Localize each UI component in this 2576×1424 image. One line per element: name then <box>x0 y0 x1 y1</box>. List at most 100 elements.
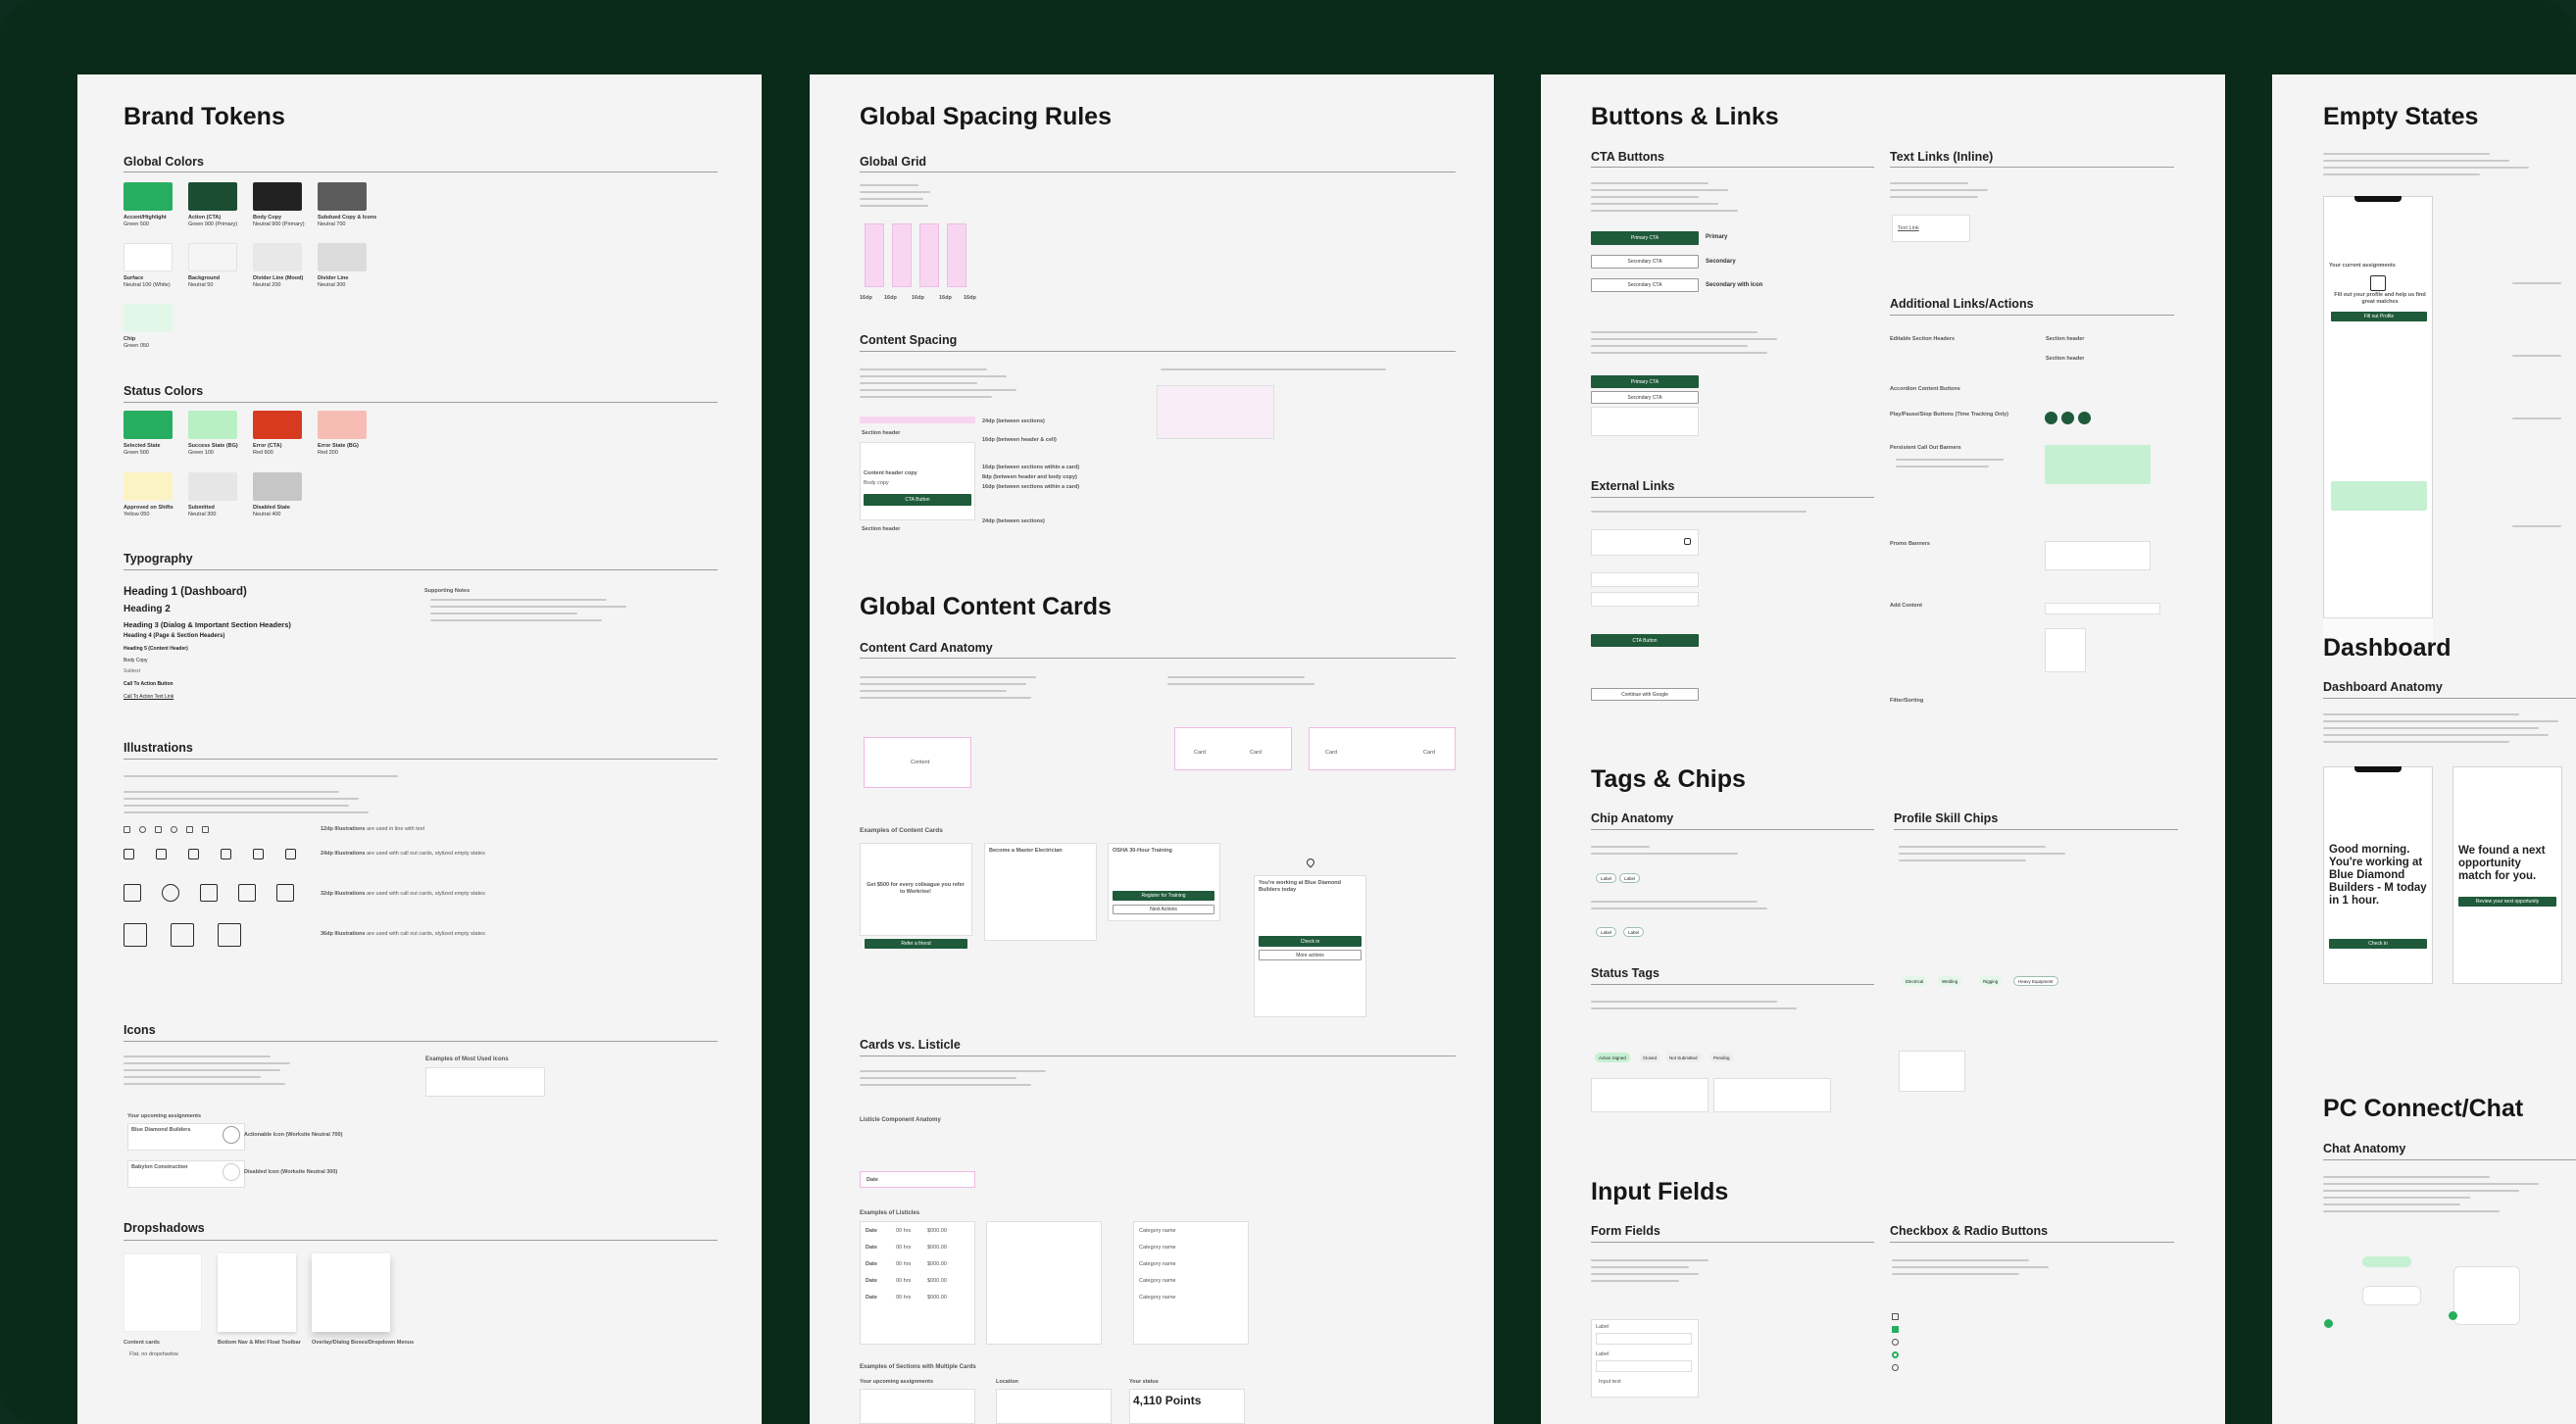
text-line <box>2323 1176 2490 1178</box>
skill-chip[interactable]: Electrical <box>1902 976 1928 986</box>
text-line <box>1591 210 1738 212</box>
text-line <box>860 205 928 207</box>
text-line <box>1167 683 1314 685</box>
text-line <box>860 1084 1031 1086</box>
annotation-line <box>2512 417 2561 419</box>
status-tag: Not Submitted <box>1665 1053 1702 1062</box>
skill-chip[interactable]: Welding <box>1938 976 1962 986</box>
swatch-approved <box>124 472 173 501</box>
skill-chip[interactable]: Rigging <box>1979 976 2003 986</box>
label-chip[interactable]: Label <box>1596 873 1617 883</box>
text-line <box>124 1076 261 1078</box>
swatch-selected <box>124 411 173 439</box>
continue-google-button[interactable]: Continue with Google <box>1591 688 1699 701</box>
fill-profile-button[interactable]: Fill out Profile <box>2331 312 2427 321</box>
divider <box>1890 1242 2174 1243</box>
promo-label: Promo Banners <box>1890 541 1930 547</box>
assignment-name: Blue Diamond Builders <box>131 1127 191 1133</box>
row-amount: $000.00 <box>927 1245 947 1251</box>
next-actions-button[interactable]: Next Actions <box>1113 905 1214 914</box>
divider <box>124 1240 718 1241</box>
type-h1: Heading 1 (Dashboard) <box>124 586 247 598</box>
chat-bubble-received <box>2362 1286 2421 1305</box>
text-line <box>1892 1259 2029 1261</box>
external-link-row[interactable] <box>1591 592 1699 607</box>
skill-chip[interactable]: Heavy Equipment <box>2013 976 2058 986</box>
notes-line <box>430 606 626 608</box>
refer-friend-button[interactable]: Refer a friend <box>865 939 967 949</box>
category-row: Category name <box>1139 1261 1176 1267</box>
callout-banner[interactable] <box>2331 481 2427 511</box>
cta-button-sample[interactable]: CTA Button <box>864 494 971 506</box>
label-chip[interactable]: Label <box>1596 927 1617 937</box>
add-content-tile[interactable] <box>2045 628 2086 672</box>
label-chip[interactable]: Label <box>1623 927 1645 937</box>
add-label-input[interactable] <box>2045 603 2160 614</box>
radio-unchecked[interactable] <box>1892 1339 1899 1346</box>
secondary-cta-button[interactable]: Secondary CTA <box>1591 255 1699 269</box>
filter-label: Filter/Sorting <box>1890 698 1924 704</box>
persistent-banner[interactable] <box>2045 445 2151 484</box>
dropshadow-label: Overlay/Dialog Boxes/Dropdown Menus <box>312 1340 415 1346</box>
assignments-card[interactable] <box>860 1389 975 1424</box>
text-line <box>1890 196 1978 198</box>
cta-external-button[interactable]: CTA Button <box>1591 634 1699 647</box>
text-input[interactable] <box>1596 1360 1692 1372</box>
more-actions-button[interactable]: More actions <box>1259 950 1362 960</box>
radio-unchecked[interactable] <box>1892 1364 1899 1371</box>
pause-icon[interactable] <box>2061 412 2074 424</box>
text-input[interactable] <box>1596 1333 1692 1345</box>
checkbox-checked[interactable] <box>1892 1326 1899 1333</box>
checkbox-unchecked[interactable] <box>1892 1313 1899 1320</box>
document-icon <box>202 826 209 833</box>
become-card[interactable] <box>984 843 1097 941</box>
review-opportunity-button[interactable]: Review your next opportunity <box>2458 897 2556 907</box>
external-link-row[interactable] <box>1591 572 1699 587</box>
play-icon[interactable] <box>2078 412 2091 424</box>
external-link-card[interactable] <box>1591 529 1699 556</box>
board-title: Dashboard <box>2323 634 2452 662</box>
text-line <box>860 368 987 370</box>
row-amount: $000.00 <box>927 1278 947 1284</box>
row-date: Date <box>866 1295 877 1301</box>
location-card[interactable] <box>996 1389 1112 1424</box>
text-line <box>1591 901 1758 903</box>
check-in-button[interactable]: Check in <box>2329 939 2427 949</box>
working-title: You're working at Blue Diamond Builders … <box>1259 880 1342 893</box>
notes-line <box>430 619 602 621</box>
text-line <box>124 1069 280 1071</box>
divider <box>124 569 718 570</box>
text-line <box>124 1083 285 1085</box>
star-icon <box>186 826 193 833</box>
grid-label: 16dp <box>964 295 976 301</box>
text-line <box>860 676 1036 678</box>
map-pin-icon <box>171 826 177 833</box>
text-line <box>2323 167 2529 169</box>
clock-icon <box>139 826 146 833</box>
register-button[interactable]: Register for Training <box>1113 891 1214 901</box>
divider <box>1591 984 1874 985</box>
text-line <box>1591 352 1767 354</box>
primary-label: Primary <box>1706 234 1728 240</box>
stop-icon[interactable] <box>2045 412 2057 424</box>
cards-vs-listicle-heading: Cards vs. Listicle <box>860 1038 961 1052</box>
notes-line <box>430 599 607 601</box>
check-in-button[interactable]: Check in <box>1259 936 1362 947</box>
text-line <box>1591 1007 1797 1009</box>
illustrations-heading: Illustrations <box>124 741 193 755</box>
promo-banner[interactable] <box>2045 541 2151 570</box>
text-line <box>860 389 1016 391</box>
dropdown-menu[interactable] <box>1591 407 1699 436</box>
radio-checked[interactable] <box>1892 1351 1899 1358</box>
actionable-icon-label: Actionable Icon (Worksite Neutral 700) <box>244 1132 343 1138</box>
text-link[interactable]: Text Link <box>1898 225 1919 232</box>
secondary-cta-button[interactable]: Secondary CTA <box>1591 391 1699 404</box>
text-line <box>1591 331 1758 333</box>
current-assignments: Your current assignments <box>2329 263 2396 269</box>
secondary-icon-button[interactable]: Secondary CTA <box>1591 278 1699 292</box>
primary-cta-button[interactable]: Primary CTA <box>1591 375 1699 388</box>
label-chip[interactable]: Label <box>1619 873 1641 883</box>
primary-cta-button[interactable]: Primary CTA <box>1591 231 1699 245</box>
chip-anatomy-heading: Chip Anatomy <box>1591 811 1674 825</box>
type-cta: Call To Action Button <box>124 681 173 687</box>
